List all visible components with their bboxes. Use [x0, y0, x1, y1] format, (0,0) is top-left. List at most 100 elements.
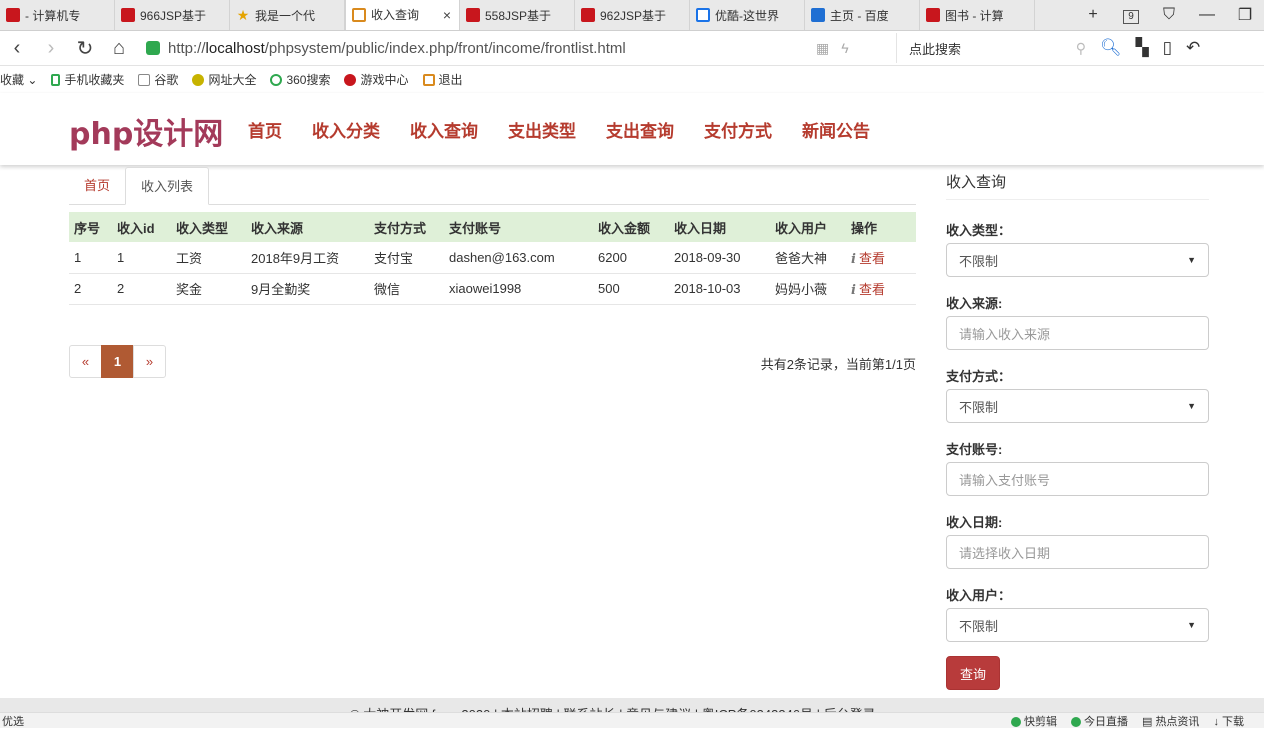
live-icon — [1070, 716, 1081, 727]
qr-icon[interactable]: ▦ — [816, 40, 829, 57]
browser-search-input[interactable]: 点此搜索 ⚲ — [896, 33, 1086, 63]
browser-tools: 🔍︎ ▚ ▯ ↶ — [1100, 38, 1200, 58]
type-select[interactable]: 不限制 ▼ — [946, 243, 1209, 277]
bookmark-item[interactable]: 游戏中心 — [344, 71, 409, 88]
browser-tab[interactable]: - 计算机专 — [0, 0, 115, 30]
shield-icon — [146, 41, 160, 55]
prev-page-button[interactable]: « — [69, 345, 102, 378]
column-header: 收入id — [112, 212, 171, 242]
browser-tab-label: 我是一个代 — [255, 8, 316, 23]
column-header: 操作 — [846, 212, 916, 242]
browser-tab[interactable]: 558JSP基于 — [460, 0, 575, 30]
view-link[interactable]: i 查看 — [846, 242, 916, 274]
restore-icon[interactable]: ❐ — [1226, 5, 1264, 25]
status-item[interactable]: 快剪辑 — [1010, 713, 1057, 729]
cell-account: dashen@163.com — [444, 242, 593, 274]
browser-status-bar: 优选 快剪辑 今日直播 ▤ 热点资讯 ↓ 下载 — [0, 712, 1264, 728]
phone-icon[interactable]: ▯ — [1163, 38, 1172, 58]
game-icon — [344, 73, 357, 86]
browser-tab-strip: - 计算机专 966JSP基于 ★ 我是一个代 收入查询 × 558JSP基于 96… — [0, 0, 1264, 31]
reload-icon[interactable]: ↻ — [68, 36, 102, 61]
income-table: 序号 收入id 收入类型 收入来源 支付方式 支付账号 收入金额 收入日期 收入… — [69, 212, 916, 305]
source-input[interactable]: 请输入收入来源 — [946, 316, 1209, 350]
status-item[interactable]: 今日直播 — [1070, 713, 1128, 729]
account-input[interactable]: 请输入支付账号 — [946, 462, 1209, 496]
chart-icon — [811, 8, 825, 22]
footer-text: © 大神开发网 from 2020 | 本站招聘 | 联系站长 | 意见与建议 … — [350, 704, 876, 712]
close-icon[interactable]: × — [443, 7, 451, 23]
back-icon[interactable]: ‹ — [0, 37, 34, 60]
browser-tab-label: 962JSP基于 — [600, 8, 667, 23]
pay-method-select[interactable]: 不限制 ▼ — [946, 389, 1209, 423]
tab-count: 9 — [1123, 10, 1139, 24]
cell-user: 爸爸大神 — [770, 242, 846, 274]
new-tab-icon[interactable]: + — [1074, 6, 1112, 24]
type-select-value: 不限制 — [959, 253, 999, 269]
tab-home[interactable]: 首页 — [69, 167, 125, 205]
main-nav: 首页 收入分类 收入查询 支出类型 支出查询 支付方式 新闻公告 — [248, 117, 900, 142]
exit-icon — [422, 73, 435, 86]
cell-amount: 6200 — [593, 242, 669, 274]
nav-news[interactable]: 新闻公告 — [802, 117, 870, 142]
page-button-current[interactable]: 1 — [101, 345, 134, 378]
bookmark-item[interactable]: 谷歌 — [138, 71, 178, 88]
status-item[interactable]: ↓ 下载 — [1213, 713, 1244, 729]
table-row: 1 1 工资 2018年9月工资 支付宝 dashen@163.com 6200… — [69, 242, 916, 274]
url-tools: ▦ ϟ — [816, 40, 886, 57]
date-label: 收入日期: — [946, 515, 1003, 530]
nav-home[interactable]: 首页 — [248, 117, 282, 142]
forward-icon[interactable]: › — [34, 37, 68, 60]
browser-tab[interactable]: 962JSP基于 — [575, 0, 690, 30]
search-icon[interactable]: ⚲ — [1076, 40, 1086, 57]
lightning-icon[interactable]: ϟ — [841, 40, 848, 57]
tab-income-list[interactable]: 收入列表 — [125, 167, 210, 205]
nav-payment-method[interactable]: 支付方式 — [704, 117, 772, 142]
status-item[interactable]: ▤ 热点资讯 — [1142, 713, 1199, 729]
browser-tab[interactable]: ★ 我是一个代 — [230, 0, 345, 30]
shirt-icon[interactable]: ⛉ — [1150, 6, 1188, 24]
form-group-account: 支付账号: 请输入支付账号 — [946, 437, 1209, 496]
magnifier-icon[interactable]: 🔍︎ — [1100, 38, 1122, 58]
date-placeholder: 请选择收入日期 — [959, 545, 1051, 561]
red-square-icon — [121, 8, 135, 22]
browser-tab[interactable]: 966JSP基于 — [115, 0, 230, 30]
bookmark-item[interactable]: 网址大全 — [192, 71, 256, 88]
column-header: 收入来源 — [246, 212, 369, 242]
nav-expense-type[interactable]: 支出类型 — [508, 117, 576, 142]
query-button[interactable]: 查询 — [946, 656, 1000, 690]
nav-income-category[interactable]: 收入分类 — [312, 117, 380, 142]
account-placeholder: 请输入支付账号 — [959, 472, 1051, 488]
caret-down-icon: ▼ — [1187, 401, 1196, 411]
bookmark-item[interactable]: 手机收藏夹 — [51, 71, 124, 88]
date-input[interactable]: 请选择收入日期 — [946, 535, 1209, 569]
nav-expense-query[interactable]: 支出查询 — [606, 117, 674, 142]
next-page-button[interactable]: » — [133, 345, 166, 378]
column-header: 支付方式 — [369, 212, 444, 242]
nav-income-query[interactable]: 收入查询 — [410, 117, 478, 142]
user-select[interactable]: 不限制 ▼ — [946, 608, 1209, 642]
site-logo[interactable]: php设计网 — [69, 109, 223, 153]
site-footer: © 大神开发网 from 2020 | 本站招聘 | 联系站长 | 意见与建议 … — [0, 698, 1264, 712]
browser-tab[interactable]: 优酷-这世界 — [690, 0, 805, 30]
bookmark-item[interactable]: 退出 — [422, 71, 463, 88]
tab-count-badge[interactable]: 9 — [1112, 6, 1150, 24]
form-group-date: 收入日期: 请选择收入日期 — [946, 510, 1209, 569]
browser-tab[interactable]: 主页 - 百度 — [805, 0, 920, 30]
home-icon[interactable]: ⌂ — [102, 37, 136, 60]
cell-pay-method: 支付宝 — [369, 242, 444, 274]
record-info: 共有2条记录，当前第1/1页 — [760, 357, 916, 372]
cell-pay-method: 微信 — [369, 273, 444, 305]
view-link[interactable]: i 查看 — [846, 273, 916, 305]
minimize-icon[interactable]: — — [1188, 6, 1226, 24]
browser-tab[interactable]: 图书 - 计算 — [920, 0, 1035, 30]
apps-icon[interactable]: ▚ — [1136, 38, 1149, 58]
news-icon: ▤ — [1141, 715, 1156, 728]
undo-icon[interactable]: ↶ — [1186, 38, 1200, 58]
info-icon: i — [851, 251, 856, 267]
browser-tab-active[interactable]: 收入查询 × — [345, 0, 460, 30]
cell-account: xiaowei1998 — [444, 273, 593, 305]
bookmark-favorites[interactable]: 收藏 ⌄ — [0, 71, 37, 88]
type-label: 收入类型： — [946, 223, 1012, 238]
bookmark-item[interactable]: 360搜索 — [270, 71, 330, 88]
url-input[interactable]: http://localhost/phpsystem/public/index.… — [146, 33, 886, 63]
